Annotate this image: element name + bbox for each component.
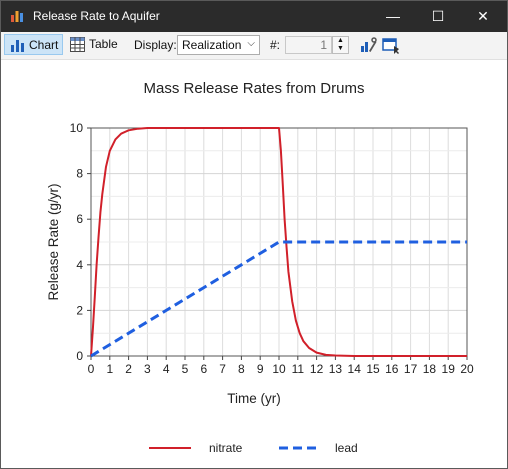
realization-number-label: #: xyxy=(270,38,281,52)
title-bar: Release Rate to Aquifer — ☐ ✕ xyxy=(1,1,507,32)
x-tick-label: 5 xyxy=(182,362,189,376)
x-tick-label: 19 xyxy=(442,362,456,376)
legend: nitrate lead xyxy=(149,441,358,455)
y-tick-label: 0 xyxy=(76,349,83,363)
display-label: Display: xyxy=(134,38,177,52)
x-tick-label: 15 xyxy=(366,362,380,376)
realization-number-input[interactable]: 1 xyxy=(285,36,332,54)
x-tick-label: 14 xyxy=(348,362,362,376)
x-tick-label: 11 xyxy=(292,362,305,376)
x-tick-label: 6 xyxy=(200,362,207,376)
legend-label-lead: lead xyxy=(335,441,358,455)
x-tick-label: 0 xyxy=(88,362,95,376)
x-axis-label: Time (yr) xyxy=(227,391,281,406)
x-tick-label: 4 xyxy=(163,362,170,376)
display-select[interactable]: Realization ⌵ xyxy=(177,35,260,55)
x-tick-label: 13 xyxy=(329,362,343,376)
toolbar: Chart Table Display: Realization ⌵ #: 1 … xyxy=(1,32,507,60)
chart-view-button[interactable]: Chart xyxy=(4,34,63,55)
table-view-label: Table xyxy=(89,37,118,51)
close-button[interactable]: ✕ xyxy=(461,1,505,32)
maximize-button[interactable]: ☐ xyxy=(416,1,460,32)
window-title: Release Rate to Aquifer xyxy=(33,9,160,23)
x-tick-label: 7 xyxy=(219,362,226,376)
chevron-down-icon: ⌵ xyxy=(247,38,255,49)
x-tick-label: 18 xyxy=(423,362,437,376)
table-icon xyxy=(70,37,85,52)
chart-app-icon xyxy=(11,11,23,22)
realization-spinner[interactable]: ▲ ▼ xyxy=(332,36,349,54)
x-tick-label: 1 xyxy=(106,362,113,376)
x-tick-label: 8 xyxy=(238,362,245,376)
chart-title: Mass Release Rates from Drums xyxy=(144,80,365,97)
legend-label-nitrate: nitrate xyxy=(209,441,243,455)
y-axis-label: Release Rate (g/yr) xyxy=(46,183,61,300)
chart-window: Release Rate to Aquifer — ☐ ✕ Chart Tabl… xyxy=(0,0,508,469)
x-tick-label: 17 xyxy=(404,362,418,376)
x-tick-label: 3 xyxy=(144,362,151,376)
bar-chart-icon xyxy=(11,40,24,52)
y-tick-label: 4 xyxy=(76,258,83,272)
minimize-button[interactable]: — xyxy=(371,1,415,32)
spin-up-icon[interactable]: ▲ xyxy=(333,37,348,45)
chart-properties-icon[interactable] xyxy=(359,37,377,54)
y-tick-label: 10 xyxy=(70,121,84,135)
table-view-button[interactable]: Table xyxy=(65,34,123,55)
y-tick-label: 6 xyxy=(76,212,83,226)
spin-down-icon[interactable]: ▼ xyxy=(333,45,348,53)
x-tick-label: 2 xyxy=(125,362,132,376)
x-tick-label: 16 xyxy=(385,362,399,376)
realization-number-value: 1 xyxy=(320,38,327,52)
axis-ticks: 0 1 2 3 4 5 6 7 8 9 10 11 12 13 14 15 16 17 18 19 200246810 xyxy=(70,121,474,376)
x-tick-label: 10 xyxy=(272,362,286,376)
chart-area: Mass Release Rates from Drums 0123456789… xyxy=(46,80,474,455)
y-tick-label: 2 xyxy=(76,303,83,317)
window-settings-icon[interactable] xyxy=(382,37,400,54)
x-tick-label: 20 xyxy=(460,362,474,376)
x-tick-label: 9 xyxy=(257,362,264,376)
display-select-value: Realization xyxy=(182,38,242,52)
x-tick-label: 12 xyxy=(310,362,324,376)
chart-view-label: Chart xyxy=(29,38,59,52)
y-tick-label: 8 xyxy=(76,167,83,181)
